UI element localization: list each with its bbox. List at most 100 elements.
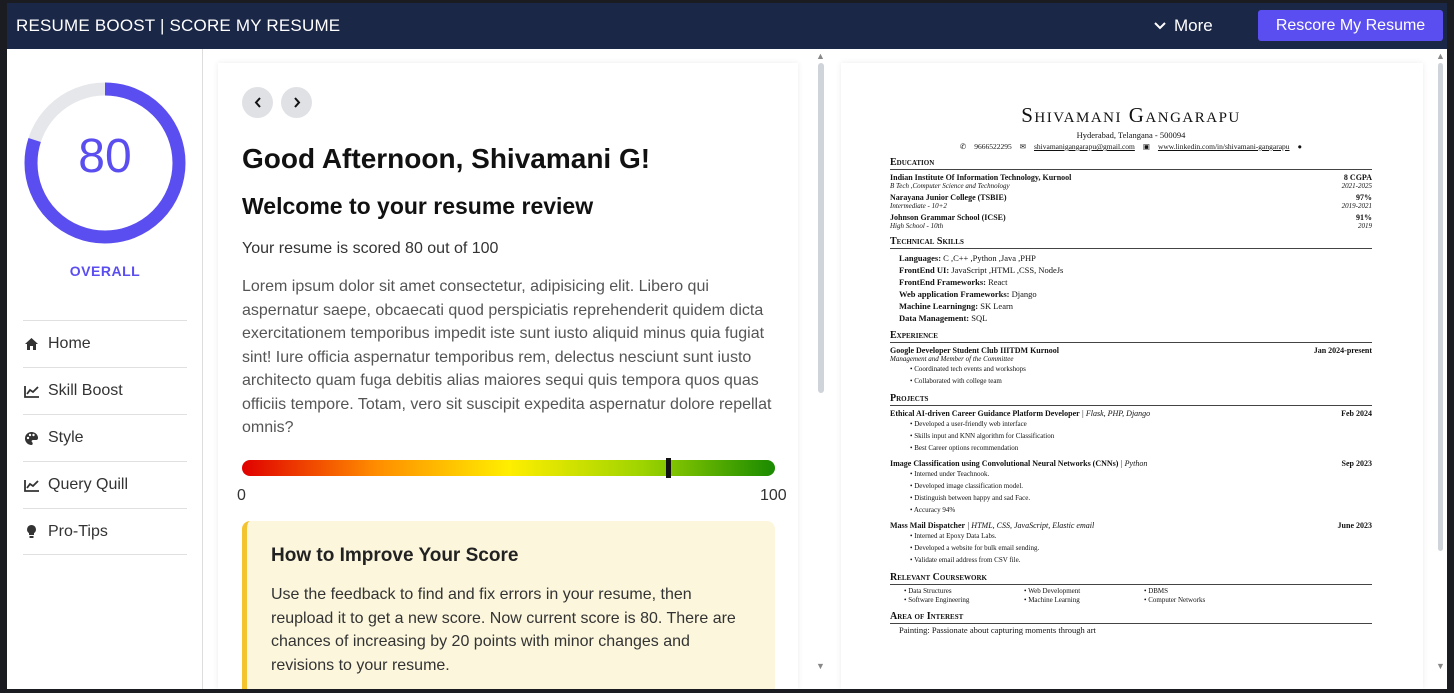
- project-tech: | Python: [1118, 459, 1148, 468]
- improve-tip-box: How to Improve Your Score Use the feedba…: [242, 521, 775, 689]
- overall-label: OVERALL: [69, 263, 141, 279]
- prev-button[interactable]: [242, 87, 273, 118]
- resume-email[interactable]: shivamanigangarapu@gmail.com: [1034, 142, 1135, 151]
- scroll-up-icon[interactable]: ▲: [816, 51, 825, 61]
- exp-title: Google Developer Student Club IIITDM Kur…: [890, 346, 1059, 355]
- sidebar-item-home[interactable]: Home: [23, 320, 187, 367]
- next-button[interactable]: [281, 87, 312, 118]
- skill-value: C ,C++ ,Python ,Java ,PHP: [941, 253, 1036, 263]
- sidebar: 80 OVERALL Home Skill Boost Style Query …: [7, 49, 203, 689]
- scroll-up-icon[interactable]: ▲: [1436, 51, 1445, 61]
- course-item: Data Structures: [904, 587, 1024, 596]
- edu-school: Narayana Junior College (TSBIE): [890, 193, 1007, 202]
- lightbulb-icon: [23, 523, 40, 540]
- project-tech: | HTML, CSS, JavaScript, Elastic email: [965, 521, 1095, 530]
- edu-sub: High School - 10th 2019: [890, 222, 1372, 230]
- project-title: Ethical AI-driven Career Guidance Platfo…: [890, 409, 1080, 418]
- skill-value: JavaScript ,HTML ,CSS, NodeJs: [949, 265, 1064, 275]
- scroll-thumb[interactable]: [1438, 63, 1443, 551]
- bullet: Validate email address from CSV file.: [910, 554, 1372, 566]
- edu-school: Indian Institute Of Information Technolo…: [890, 173, 1072, 182]
- chart-line-icon: [23, 383, 40, 400]
- resume-scrollbar[interactable]: ▲ ▼: [1435, 49, 1447, 689]
- bullet: Developed a website for bulk email sendi…: [910, 542, 1372, 554]
- skill-key: Data Management:: [899, 313, 970, 323]
- skill-value: SQL: [969, 313, 988, 323]
- resume-address: Hyderabad, Telangana - 500094: [1076, 130, 1186, 140]
- resume-linkedin[interactable]: www.linkedin.com/in/shivamani-gangarapu: [1158, 142, 1290, 151]
- greeting-heading: Good Afternoon, Shivamani G!: [242, 143, 651, 174]
- course-item: Machine Learning: [1024, 596, 1144, 605]
- skill-line: Languages: C ,C++ ,Python ,Java ,PHP: [899, 252, 1372, 264]
- more-label: More: [1174, 16, 1213, 35]
- skill-line: FrontEnd UI: JavaScript ,HTML ,CSS, Node…: [899, 264, 1372, 276]
- welcome-heading: Welcome to your resume review: [242, 193, 594, 219]
- resume-name: Shivamani Gangarapu: [1021, 103, 1241, 127]
- skill-key: Web application Frameworks:: [899, 289, 1010, 299]
- sidebar-item-skill-boost[interactable]: Skill Boost: [23, 367, 187, 414]
- project-row: Ethical AI-driven Career Guidance Platfo…: [890, 409, 1372, 418]
- edu-row: Indian Institute Of Information Technolo…: [890, 173, 1372, 182]
- review-scrollbar[interactable]: ▲ ▼: [815, 49, 831, 689]
- description-text: Lorem ipsum dolor sit amet consectetur, …: [242, 278, 772, 436]
- course-item: Web Development: [1024, 587, 1144, 596]
- home-icon: [23, 336, 40, 353]
- sidebar-item-label: Style: [48, 429, 84, 446]
- scroll-down-icon[interactable]: ▼: [1436, 661, 1445, 671]
- project-date: Sep 2023: [1341, 459, 1372, 468]
- chart-line-icon: [23, 477, 40, 494]
- bullet: Accuracy 94%: [910, 504, 1372, 516]
- bullet: Collaborated with college team: [910, 375, 1372, 387]
- project-date: Feb 2024: [1341, 409, 1372, 418]
- skill-value: SK Learn: [978, 301, 1014, 311]
- edu-degree: B Tech ,Computer Science and Technology: [890, 182, 1010, 190]
- edu-grade: 8 CGPA: [1343, 173, 1372, 182]
- bullet: Interned under Teachnook.: [910, 468, 1372, 480]
- linkedin-icon: ▣: [1142, 142, 1150, 151]
- scroll-down-icon[interactable]: ▼: [816, 661, 825, 671]
- edu-row: Narayana Junior College (TSBIE) 97%: [890, 193, 1372, 202]
- skill-line: Web application Frameworks: Django: [899, 288, 1372, 300]
- course-item: DBMS: [1144, 587, 1264, 596]
- palette-icon: [23, 430, 40, 447]
- rescore-button[interactable]: Rescore My Resume: [1258, 10, 1443, 41]
- bullet: Coordinated tech events and workshops: [910, 363, 1372, 375]
- skill-key: Languages:: [899, 253, 942, 263]
- overall-score: 80: [78, 130, 132, 183]
- edu-years: 2021-2025: [1341, 182, 1372, 190]
- bullet: Best Career options recommendation: [910, 442, 1372, 454]
- tip-title: How to Improve Your Score: [271, 545, 519, 566]
- edu-sub: B Tech ,Computer Science and Technology 2…: [890, 182, 1372, 190]
- exp-row: Google Developer Student Club IIITDM Kur…: [890, 346, 1372, 355]
- skill-line: Machine Learningng: SK Learn: [899, 300, 1372, 312]
- sidebar-item-label: Skill Boost: [48, 382, 123, 399]
- skill-line: Data Management: SQL: [899, 312, 1372, 324]
- bullet: Developed image classification model.: [910, 480, 1372, 492]
- project-tech: | Flask, PHP, Django: [1079, 409, 1151, 418]
- project-title: Mass Mail Dispatcher: [890, 521, 966, 530]
- exp-role: Management and Member of the Committee: [890, 355, 1372, 363]
- edu-years: 2019-2021: [1341, 202, 1372, 210]
- interest-line: Painting: Passionate about capturing mom…: [899, 625, 1096, 635]
- phone-icon: ✆: [959, 142, 967, 151]
- sidebar-item-label: Pro-Tips: [48, 522, 108, 540]
- scroll-thumb[interactable]: [818, 63, 824, 393]
- section-interest: Area of Interest: [890, 611, 1372, 624]
- section-skills: Technical Skills: [890, 236, 1372, 249]
- skills-list: Languages: C ,C++ ,Python ,Java ,PHP Fro…: [890, 252, 1372, 324]
- course-item: Computer Networks: [1144, 596, 1264, 605]
- sidebar-item-pro-tips[interactable]: Pro-Tips: [23, 508, 187, 555]
- sidebar-item-query-quill[interactable]: Query Quill: [23, 461, 187, 508]
- edu-sub: Intermediate - 10+2 2019-2021: [890, 202, 1372, 210]
- more-dropdown[interactable]: More: [1154, 16, 1213, 36]
- bullet: Developed a user-friendly web interface: [910, 418, 1372, 430]
- sidebar-item-style[interactable]: Style: [23, 414, 187, 461]
- section-projects: Projects: [890, 393, 1372, 406]
- github-icon[interactable]: ●: [1298, 142, 1303, 151]
- app-window: RESUME BOOST | SCORE MY RESUME More Resc…: [7, 3, 1447, 689]
- skill-key: FrontEnd Frameworks:: [899, 277, 986, 287]
- sidebar-item-label: Query Quill: [48, 476, 129, 493]
- project-title: Image Classification using Convolutional…: [890, 459, 1119, 468]
- bullet: Interned at Epoxy Data Labs.: [910, 530, 1372, 542]
- chevron-down-icon: [1154, 22, 1166, 30]
